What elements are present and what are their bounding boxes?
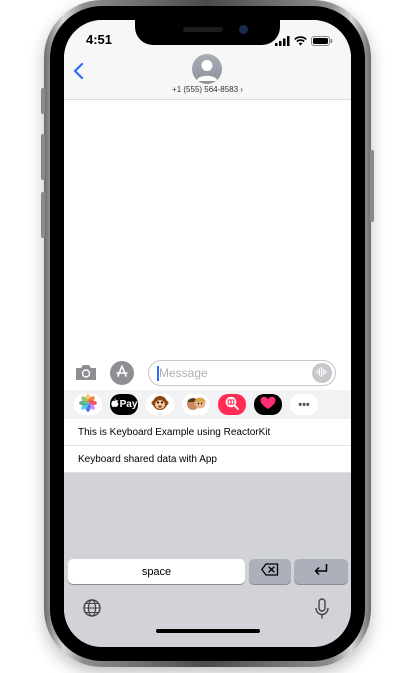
animoji-button[interactable]: [146, 394, 174, 415]
delete-key-icon: [261, 562, 279, 581]
side-button: [370, 150, 374, 222]
memoji-button[interactable]: [182, 394, 210, 415]
digital-touch-button[interactable]: [254, 394, 282, 415]
imessage-app-strip: Pay •••: [64, 390, 351, 419]
microphone-icon[interactable]: [314, 598, 330, 625]
globe-icon[interactable]: [82, 598, 102, 623]
contact-avatar[interactable]: [192, 54, 222, 84]
message-field[interactable]: [148, 360, 336, 386]
search-app-button[interactable]: [218, 394, 246, 415]
person-icon: [192, 60, 222, 84]
volume-down-button: [41, 192, 45, 238]
return-key[interactable]: [294, 559, 348, 584]
return-arrow-icon: [313, 563, 329, 581]
status-icons: [275, 33, 333, 51]
phone-screen: 4:51 +1 (555) 564-8583 › Message Pay •••…: [64, 20, 351, 647]
apple-logo-icon: [110, 398, 119, 411]
contact-name[interactable]: +1 (555) 564-8583 ›: [64, 85, 351, 94]
status-time: 4:51: [86, 32, 113, 47]
more-apps-label: •••: [298, 398, 310, 411]
audio-message-button[interactable]: [312, 363, 332, 383]
wifi-icon: [294, 33, 307, 51]
battery-icon: [311, 33, 333, 51]
photos-app-button[interactable]: [74, 394, 102, 415]
volume-up-button: [41, 134, 45, 180]
app-store-button[interactable]: [110, 361, 134, 385]
home-indicator[interactable]: [156, 629, 260, 633]
space-key[interactable]: space: [68, 559, 245, 584]
app-store-icon: [115, 364, 129, 383]
apple-pay-button[interactable]: Pay: [110, 394, 138, 415]
keyboard-suggestion-row[interactable]: This is Keyboard Example using ReactorKi…: [64, 419, 351, 446]
apple-pay-label: Pay: [119, 399, 138, 410]
monkey-emoji-icon: [151, 394, 169, 415]
audio-wave-icon: [316, 364, 328, 382]
front-camera: [239, 25, 248, 34]
heart-icon: [260, 396, 276, 413]
back-chevron-icon[interactable]: [72, 62, 86, 85]
camera-icon[interactable]: [74, 362, 98, 387]
search-globe-icon: [224, 395, 240, 414]
device-notch: [135, 20, 280, 45]
silent-switch: [41, 88, 45, 114]
earpiece-speaker: [183, 27, 223, 32]
conversation-header: +1 (555) 564-8583 ›: [64, 54, 351, 100]
keyboard-suggestion-row[interactable]: Keyboard shared data with App: [64, 446, 351, 473]
memoji-icon: [186, 394, 206, 415]
message-input[interactable]: [159, 361, 309, 385]
messages-area: [64, 100, 351, 358]
composer-bar: [64, 358, 351, 390]
delete-key[interactable]: [249, 559, 291, 584]
more-apps-button[interactable]: •••: [290, 394, 318, 415]
photos-icon: [79, 394, 97, 415]
